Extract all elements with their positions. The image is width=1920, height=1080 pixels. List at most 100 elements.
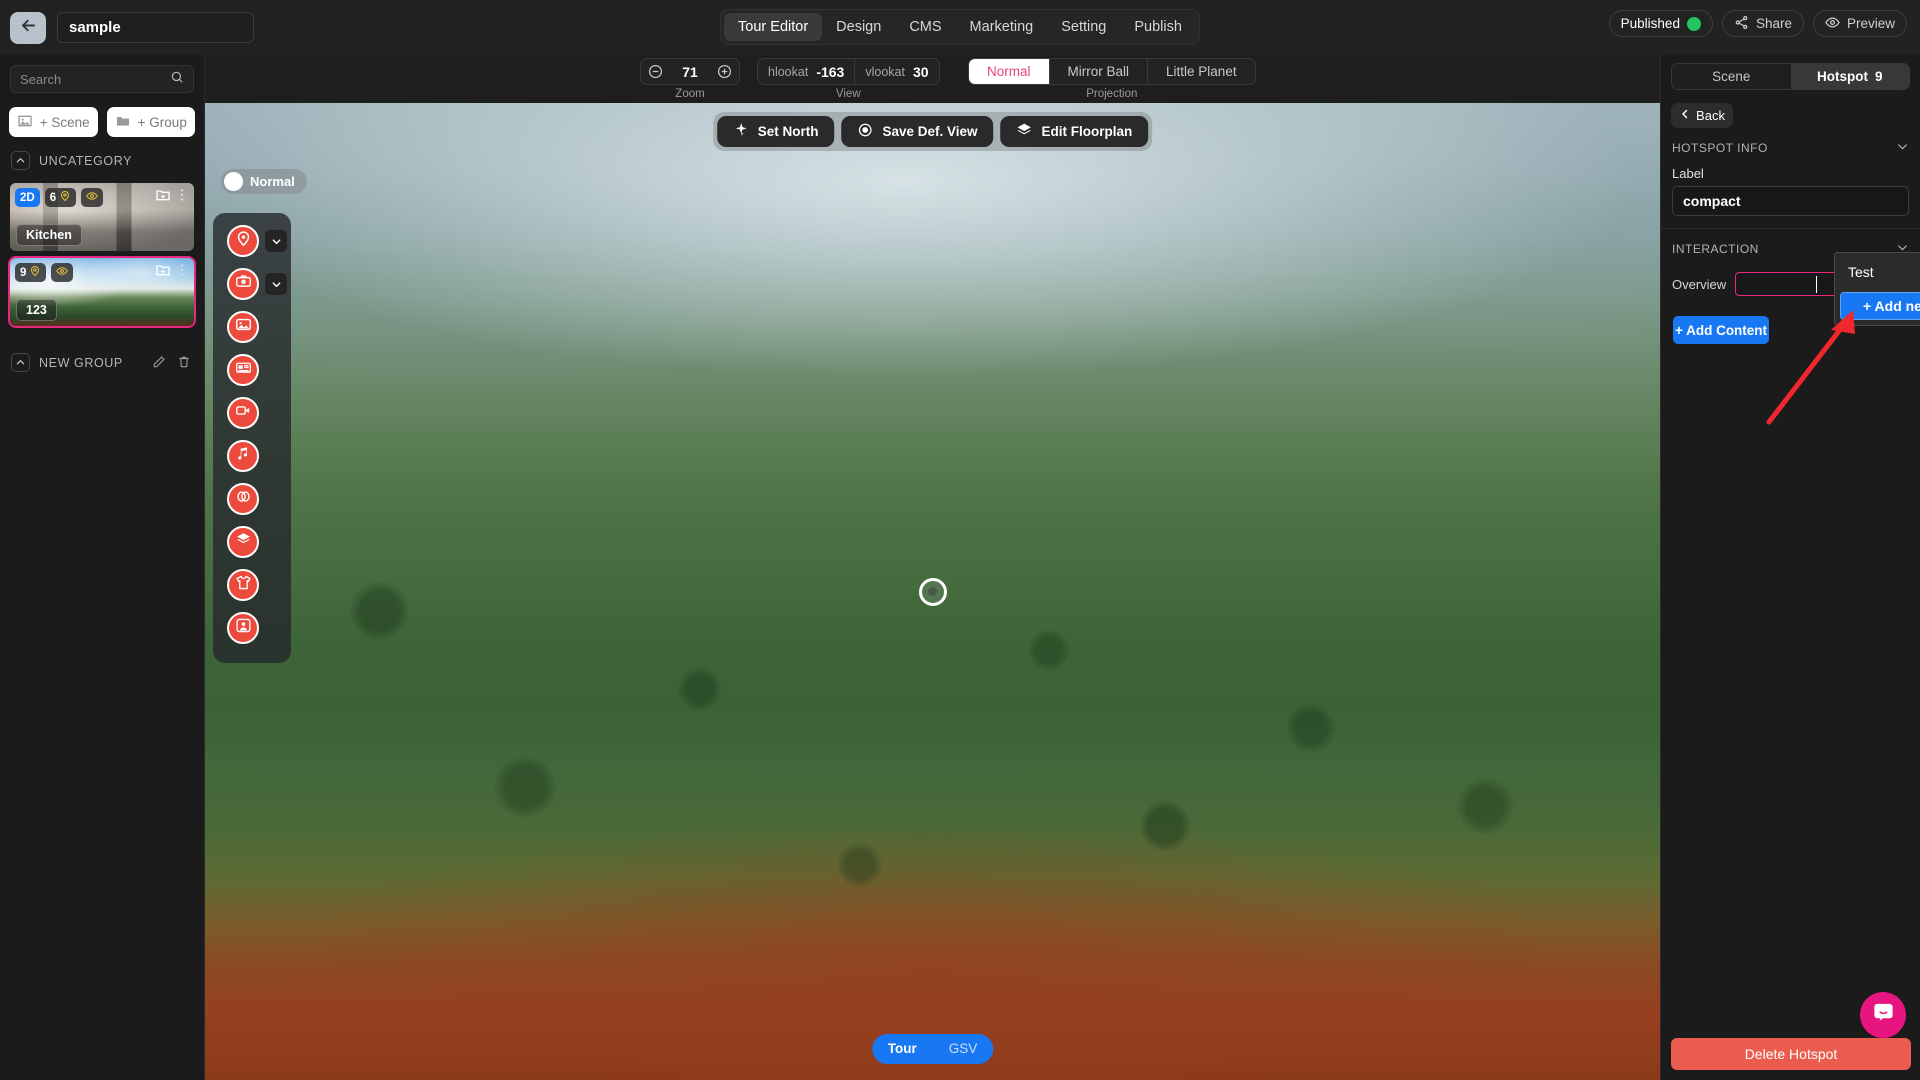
photo-tool-chevron-down-icon[interactable] — [265, 273, 287, 295]
preview-button[interactable]: Preview — [1813, 10, 1907, 37]
delete-group-icon[interactable] — [177, 355, 193, 371]
tab-scene[interactable]: Scene — [1672, 64, 1791, 89]
dropdown-item-test[interactable]: Test — [1840, 258, 1920, 286]
chevron-down-icon[interactable] — [1896, 140, 1909, 156]
search-input[interactable] — [20, 72, 160, 87]
projection-normal[interactable]: Normal — [969, 59, 1049, 84]
delete-hotspot-button[interactable]: Delete Hotspot — [1671, 1038, 1911, 1070]
group-header-uncategory[interactable]: UNCATEGORY — [0, 137, 204, 176]
label-field-caption: Label — [1661, 162, 1920, 186]
tab-tour-editor[interactable]: Tour Editor — [724, 13, 822, 41]
image-icon — [235, 316, 252, 338]
zoom-out-icon[interactable] — [648, 64, 663, 79]
layers-hotspot-tool[interactable] — [227, 526, 259, 558]
hotspot-pin-tool[interactable] — [227, 225, 259, 257]
zoom-in-icon[interactable] — [717, 64, 732, 79]
panorama-viewer[interactable]: Set North Save Def. View Edit Floorplan … — [205, 103, 1660, 1080]
product-hotspot-tool[interactable] — [227, 569, 259, 601]
add-buttons-row: + Scene + Group — [0, 93, 204, 137]
tab-setting[interactable]: Setting — [1047, 13, 1120, 41]
zoom-value: 71 — [682, 64, 698, 80]
eye-icon — [56, 265, 68, 280]
tool-row-audio — [213, 440, 291, 472]
hotspot-count-value: 9 — [20, 267, 26, 279]
image-hotspot-tool[interactable] — [227, 311, 259, 343]
text-caret — [1816, 276, 1817, 293]
tab-cms[interactable]: CMS — [895, 13, 955, 41]
top-bar: sample Tour Editor Design CMS Marketing … — [0, 0, 1920, 55]
photo-hotspot-tool[interactable] — [227, 268, 259, 300]
set-north-label: Set North — [758, 124, 819, 139]
search-icon[interactable] — [170, 70, 184, 89]
more-options-icon[interactable] — [174, 262, 190, 283]
projection-caption: Projection — [968, 88, 1256, 100]
map-pin-icon — [29, 265, 41, 280]
chat-support-button[interactable] — [1860, 992, 1906, 1038]
more-options-icon[interactable] — [174, 187, 190, 208]
scene-card-actions — [155, 262, 190, 283]
add-group-button[interactable]: + Group — [107, 107, 196, 137]
projection-mirror-ball[interactable]: Mirror Ball — [1049, 59, 1148, 84]
hotspot-label-input[interactable]: compact — [1672, 186, 1909, 216]
tab-hotspot-label: Hotspot — [1817, 69, 1868, 84]
article-hotspot-tool[interactable] — [227, 354, 259, 386]
add-new-article-button[interactable]: + Add new article — [1840, 292, 1920, 320]
vlookat-value: 30 — [913, 64, 929, 80]
audio-hotspot-tool[interactable] — [227, 440, 259, 472]
image-icon — [17, 113, 33, 132]
tab-marketing[interactable]: Marketing — [956, 13, 1048, 41]
set-north-button[interactable]: Set North — [717, 116, 835, 147]
search-box[interactable] — [10, 65, 194, 93]
tab-design[interactable]: Design — [822, 13, 895, 41]
person-hotspot-tool[interactable] — [227, 612, 259, 644]
compass-star-icon — [733, 122, 749, 141]
hlookat-cell[interactable]: hlookat -163 — [758, 59, 854, 84]
viewer-mode-toggle[interactable]: Normal — [221, 169, 307, 194]
share-button[interactable]: Share — [1722, 10, 1804, 37]
pin-tool-chevron-down-icon[interactable] — [265, 230, 287, 252]
scene-title: 123 — [16, 299, 57, 321]
edit-floorplan-label: Edit Floorplan — [1042, 124, 1133, 139]
link-hotspot-tool[interactable] — [227, 483, 259, 515]
preview-label: Preview — [1847, 16, 1895, 31]
add-scene-button[interactable]: + Scene — [9, 107, 98, 137]
tab-publish[interactable]: Publish — [1120, 13, 1196, 41]
vlookat-cell[interactable]: vlookat 30 — [854, 59, 938, 84]
edit-floorplan-button[interactable]: Edit Floorplan — [1001, 116, 1149, 147]
view-controls-bar: 71 Zoom hlookat -163 vlookat 30 View — [0, 55, 1920, 103]
save-default-view-label: Save Def. View — [882, 124, 977, 139]
group-name-uncategory: UNCATEGORY — [39, 154, 132, 168]
arrow-left-icon — [19, 16, 38, 40]
scene-card-123[interactable]: 9 123 — [10, 258, 194, 326]
toggle-tour[interactable]: Tour — [872, 1034, 933, 1064]
add-content-button[interactable]: + Add Content — [1673, 316, 1769, 344]
group-header-new-group[interactable]: NEW GROUP — [0, 333, 204, 378]
right-panel-tabs: Scene Hotspot 9 — [1671, 63, 1910, 90]
scene-card-kitchen[interactable]: 2D 6 — [10, 183, 194, 251]
chat-icon — [1872, 1001, 1895, 1029]
hotspot-label-value: compact — [1683, 193, 1741, 209]
add-to-folder-icon[interactable] — [155, 262, 171, 283]
tab-scene-label: Scene — [1712, 69, 1750, 84]
add-to-folder-icon[interactable] — [155, 187, 171, 208]
save-default-view-button[interactable]: Save Def. View — [841, 116, 993, 147]
badge-visibility — [51, 263, 73, 282]
video-hotspot-tool[interactable] — [227, 397, 259, 429]
edit-group-icon[interactable] — [152, 355, 168, 371]
group-name-new-group: NEW GROUP — [39, 356, 123, 370]
panel-back-button[interactable]: Back — [1671, 103, 1733, 128]
back-button[interactable] — [10, 12, 46, 44]
projection-little-planet[interactable]: Little Planet — [1147, 59, 1255, 84]
toggle-gsv[interactable]: GSV — [933, 1034, 994, 1064]
chevron-up-icon[interactable] — [11, 353, 30, 372]
tool-row-photo — [213, 268, 291, 300]
tab-hotspot[interactable]: Hotspot 9 — [1791, 64, 1910, 89]
published-status-button[interactable]: Published — [1609, 10, 1713, 37]
app-root: sample Tour Editor Design CMS Marketing … — [0, 0, 1920, 1080]
chevron-up-icon[interactable] — [11, 151, 30, 170]
add-content-label: + Add Content — [1675, 323, 1767, 338]
section-header-hotspot-info[interactable]: HOTSPOT INFO — [1661, 128, 1920, 162]
view-center-marker — [919, 578, 947, 606]
project-name-input[interactable]: sample — [57, 12, 254, 43]
person-icon — [235, 617, 252, 639]
